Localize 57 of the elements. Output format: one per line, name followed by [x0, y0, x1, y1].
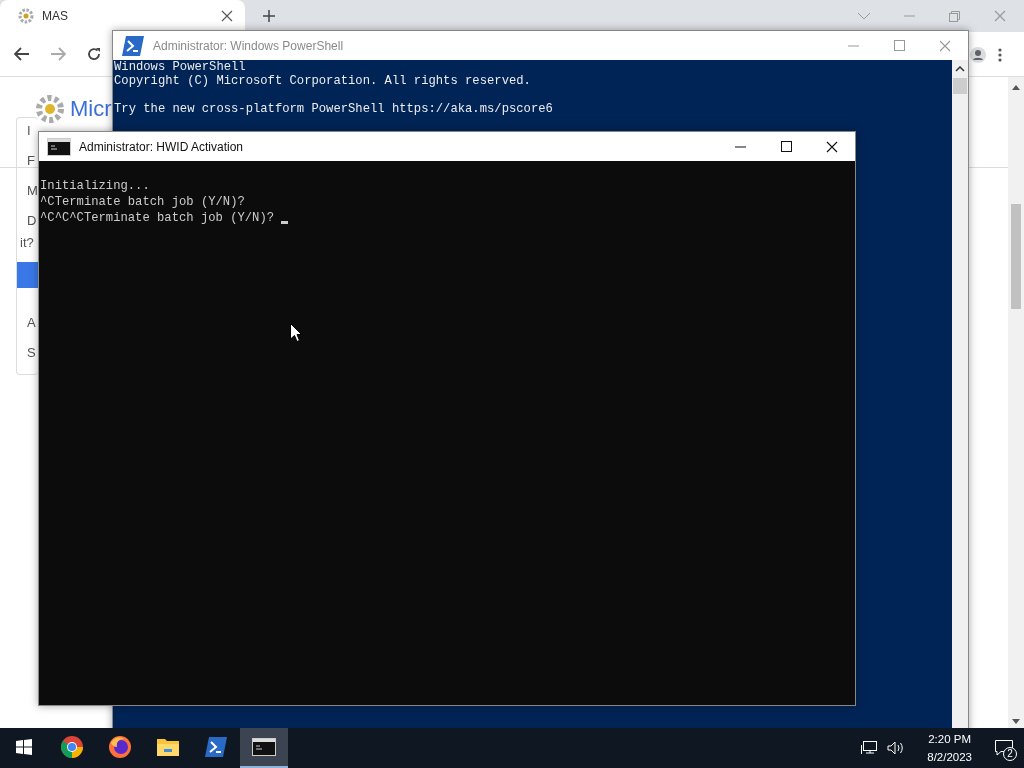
browser-tab[interactable]: MAS [0, 0, 245, 32]
scrollbar-thumb[interactable] [1011, 204, 1021, 309]
volume-icon[interactable] [887, 741, 906, 755]
menu-item[interactable]: I [27, 122, 31, 140]
maximize-icon [780, 141, 792, 152]
maximize-icon [893, 40, 905, 51]
message-icon [995, 740, 1013, 756]
clock-date[interactable]: 8/2/2023 [927, 748, 972, 766]
notification-count: 2 [1003, 747, 1017, 761]
menu-item[interactable]: A [27, 314, 36, 332]
chrome-icon [60, 735, 84, 759]
scroll-down-icon[interactable] [1012, 719, 1020, 724]
terminal-line: Copyright (C) Microsoft Corporation. All rights reserved. [114, 74, 531, 88]
minimize-icon [847, 44, 859, 47]
terminal-line: ^CTerminate batch job (Y/N)? [40, 194, 245, 210]
close-icon [221, 10, 233, 22]
menu-icon[interactable] [998, 48, 1002, 62]
menu-item[interactable]: it? [20, 234, 34, 252]
gear-icon [34, 93, 66, 125]
terminal-line: Windows PowerShell [114, 60, 246, 74]
scroll-up-icon[interactable] [1012, 85, 1020, 90]
network-icon[interactable] [861, 741, 878, 755]
window-title: Administrator: HWID Activation [79, 139, 244, 154]
scroll-up-icon[interactable] [955, 66, 965, 72]
tab-title: MAS [42, 9, 69, 23]
text-cursor [281, 221, 289, 224]
logo-text: Micr [70, 96, 112, 122]
menu-item[interactable]: D [27, 212, 37, 230]
close-icon [826, 140, 838, 153]
clock-time[interactable]: 2:20 PM [928, 730, 972, 748]
powershell-icon [121, 34, 145, 57]
notification-button[interactable]: 2 [984, 728, 1024, 768]
firefox-icon [108, 735, 132, 759]
menu-item[interactable]: M [27, 182, 38, 200]
window-title: Administrator: Windows PowerShell [153, 38, 344, 53]
windows-icon [16, 739, 32, 755]
new-tab-icon[interactable] [263, 10, 275, 22]
scrollbar-thumb[interactable] [953, 78, 967, 94]
gear-icon [18, 8, 34, 24]
folder-icon [156, 737, 180, 757]
minimize-icon [734, 145, 746, 148]
terminal-icon [47, 137, 71, 156]
close-icon [939, 39, 951, 52]
terminal-line: Try the new cross-platform PowerShell https://aka.ms/pscore6 [114, 102, 553, 116]
profile-icon[interactable] [970, 47, 986, 63]
mouse-pointer-icon [290, 323, 302, 342]
menu-item[interactable]: F [27, 152, 35, 170]
terminal-icon [252, 738, 276, 756]
close-icon [994, 10, 1006, 22]
back-icon[interactable] [14, 47, 30, 61]
minimize-icon [904, 15, 915, 17]
taskbar-app[interactable] [240, 728, 288, 768]
powershell-icon [204, 736, 228, 758]
reload-icon[interactable] [86, 46, 102, 62]
terminal-line: ^C^C^CTerminate batch job (Y/N)? [40, 210, 276, 226]
menu-item[interactable]: S [27, 344, 36, 362]
terminal-line: Initializing... [40, 178, 150, 194]
